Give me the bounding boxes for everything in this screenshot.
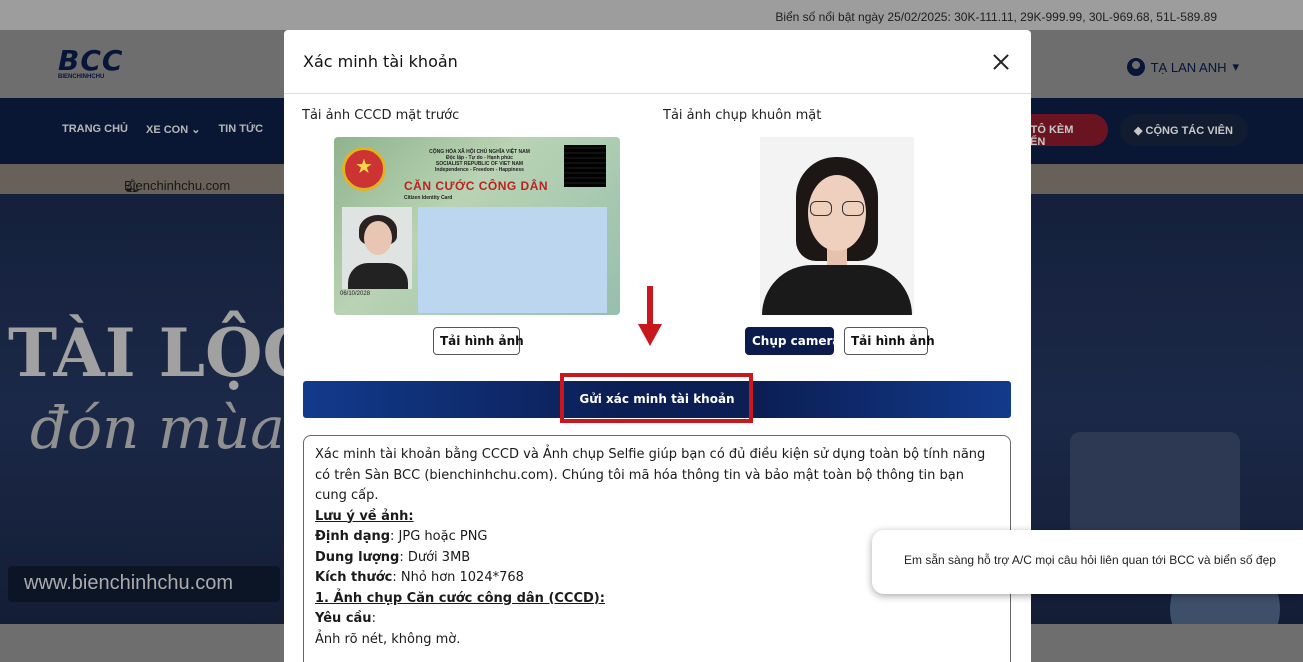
info-requirement: Yêu cầu: — [315, 611, 376, 626]
redacted-area — [418, 207, 607, 313]
qr-code-icon — [564, 145, 606, 187]
chat-text: Em sẵn sàng hỗ trợ A/C mọi câu hỏi liên … — [904, 553, 1276, 567]
front-id-label: Tải ảnh CCCD mặt trước — [302, 108, 460, 123]
id-card-subtitle: Citizen Identity Card — [404, 195, 453, 201]
highlight-box — [560, 373, 753, 423]
selfie-label: Tải ảnh chụp khuôn mặt — [663, 108, 822, 123]
modal-title: Xác minh tài khoản — [303, 52, 458, 71]
id-card-header: CỘNG HÒA XÃ HỘI CHỦ NGHĨA VIỆT NAM Độc l… — [429, 149, 530, 173]
chat-bubble[interactable]: Em sẵn sàng hỗ trợ A/C mọi câu hỏi liên … — [872, 530, 1303, 594]
info-requirement-item: Ảnh rõ nét, không mờ. — [315, 631, 461, 647]
close-icon[interactable] — [987, 48, 1015, 76]
info-note-heading: Lưu ý về ảnh: — [315, 508, 414, 524]
national-emblem-icon — [342, 147, 386, 191]
upload-selfie-button[interactable]: Tải hình ảnh — [844, 327, 935, 355]
upload-front-id-button[interactable]: Tải hình ảnh — [433, 327, 524, 355]
id-card-preview: CỘNG HÒA XÃ HỘI CHỦ NGHĨA VIỆT NAM Độc l… — [334, 137, 620, 315]
id-card-expiry: 06/10/2028 — [340, 291, 371, 297]
id-card-photo — [342, 207, 412, 289]
modal-header: Xác minh tài khoản — [284, 30, 1031, 94]
camera-capture-button[interactable]: Chụp camera — [745, 327, 841, 355]
arrow-down-icon — [638, 286, 662, 350]
info-intro: Xác minh tài khoản bằng CCCD và Ảnh chụp… — [315, 447, 986, 503]
id-card-title: CĂN CƯỚC CÔNG DÂN — [404, 179, 549, 193]
selfie-preview — [760, 137, 914, 315]
